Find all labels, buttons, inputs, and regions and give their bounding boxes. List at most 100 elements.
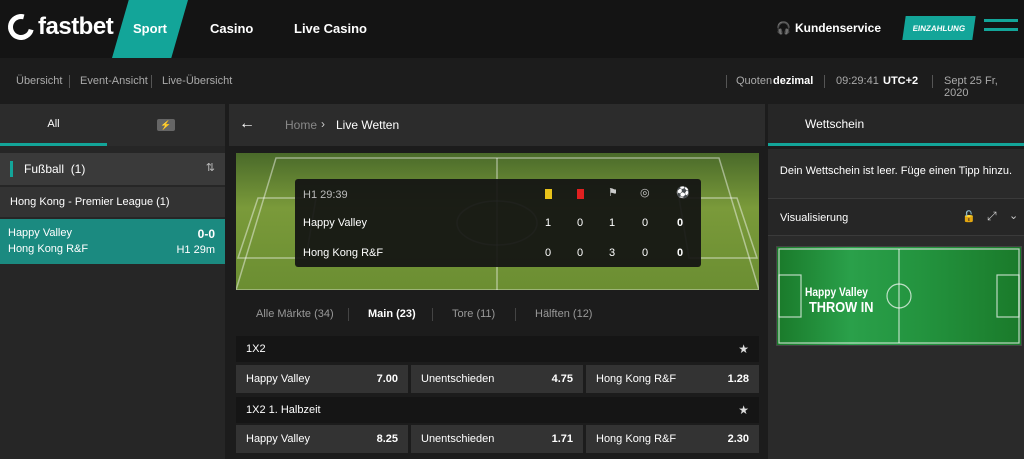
subnav-event-view[interactable]: Event-Ansicht: [80, 75, 148, 87]
headset-icon: 🎧: [776, 21, 791, 35]
sport-header-football[interactable]: Fußball (1) ⇅: [0, 153, 225, 185]
away-goals: 0: [677, 247, 684, 259]
customer-service-link[interactable]: 🎧 Kundenservice: [776, 21, 881, 35]
breadcrumb-current: Live Wetten: [336, 118, 400, 132]
odd-name: Happy Valley: [246, 373, 310, 385]
scoreboard-home-team: Happy Valley: [303, 217, 367, 229]
collapse-icon[interactable]: ⇅: [206, 161, 215, 174]
subnav-live-overview[interactable]: Live-Übersicht: [162, 75, 232, 87]
away-red: 0: [577, 247, 584, 259]
home-yellow: 1: [545, 217, 552, 229]
betslip-empty-message: Dein Wettschein ist leer. Füge einen Tip…: [779, 165, 1013, 177]
star-icon[interactable]: ★: [738, 403, 749, 417]
filter-all-markets[interactable]: Alle Märkte (34): [256, 308, 334, 320]
home-corners: 1: [609, 217, 616, 229]
betslip-tab[interactable]: Wettschein: [768, 104, 1024, 146]
match-item[interactable]: Happy Valley Hong Kong R&F 0-0 H1 29m: [0, 219, 225, 264]
match-score: 0-0: [197, 227, 215, 241]
chevron-down-icon[interactable]: ⌄: [1009, 209, 1018, 222]
subnav-overview[interactable]: Übersicht: [16, 75, 62, 87]
hamburger-menu-icon[interactable]: [984, 19, 1018, 39]
event-team: Happy Valley: [805, 285, 868, 299]
filter-main[interactable]: Main (23): [368, 308, 416, 320]
clock: 09:29:41: [836, 75, 879, 87]
divider: [515, 308, 516, 321]
scoreboard-away-team: Hong Kong R&F: [303, 247, 384, 259]
odd-name: Hong Kong R&F: [596, 373, 677, 385]
odds-format-select[interactable]: dezimal: [773, 75, 813, 87]
league-item[interactable]: Hong Kong - Premier League (1): [0, 187, 225, 217]
lightning-icon: ⚡: [157, 119, 175, 131]
home-penalties: 0: [642, 217, 649, 229]
market-header[interactable]: 1X2 1. Halbzeit ★: [236, 397, 759, 423]
expand-icon[interactable]: ⤢: [987, 209, 997, 224]
customer-service-label: Kundenservice: [794, 21, 881, 35]
brand-name: fastbet: [38, 13, 114, 40]
penalty-icon: ◎: [640, 187, 650, 199]
red-card-icon: [577, 189, 584, 199]
filter-halves[interactable]: Hälften (12): [535, 308, 592, 320]
breadcrumb-home[interactable]: Home: [285, 118, 317, 132]
logo-icon: [3, 9, 39, 45]
odd-button[interactable]: Happy Valley 8.25: [236, 425, 408, 453]
nav-sport[interactable]: Sport: [112, 21, 188, 36]
away-yellow: 0: [545, 247, 552, 259]
divider: [348, 308, 349, 321]
brand-logo[interactable]: fastbet: [3, 9, 114, 45]
odd-button[interactable]: Hong Kong R&F 1.28: [586, 365, 759, 393]
odd-value: 2.30: [727, 433, 749, 445]
star-icon[interactable]: ★: [738, 342, 749, 356]
ball-icon: ⚽: [676, 187, 690, 199]
scoreboard: H1 29:39 ⚑ ◎ ⚽ Happy Valley 1 0 1 0 0 Ho…: [295, 179, 701, 267]
match-time: H1 29m: [176, 244, 215, 256]
sport-name: Fußball: [24, 162, 65, 176]
odd-button[interactable]: Unentschieden 4.75: [411, 365, 583, 393]
odd-button[interactable]: Unentschieden 1.71: [411, 425, 583, 453]
date: Sept 25 Fr, 2020: [944, 75, 998, 99]
deposit-button[interactable]: EINZAHLUNG: [902, 16, 976, 40]
yellow-card-icon: [545, 189, 552, 199]
odd-name: Unentschieden: [421, 433, 495, 445]
sport-count: (1): [70, 162, 86, 176]
timezone: UTC+2: [883, 75, 919, 87]
breadcrumb: ← Home › Live Wetten: [229, 104, 765, 146]
market-header[interactable]: 1X2 ★: [236, 336, 759, 362]
odd-name: Happy Valley: [246, 433, 310, 445]
odds-label: Quoten: [736, 75, 773, 87]
divider: [824, 75, 825, 88]
visualisation-pitch: Happy Valley THROW IN: [776, 246, 1022, 346]
odd-name: Hong Kong R&F: [596, 433, 677, 445]
odd-value: 1.71: [551, 433, 573, 445]
divider: [432, 308, 433, 321]
away-corners: 3: [609, 247, 616, 259]
home-red: 0: [577, 217, 584, 229]
tab-all[interactable]: All: [0, 104, 107, 146]
divider: [69, 75, 70, 88]
filter-goals[interactable]: Tore (11): [452, 308, 495, 320]
market-title: 1X2 1. Halbzeit: [246, 404, 321, 416]
odd-value: 1.28: [727, 373, 749, 385]
nav-casino[interactable]: Casino: [210, 21, 253, 36]
divider: [726, 75, 727, 88]
corner-flag-icon: ⚑: [608, 187, 618, 199]
divider: [151, 75, 152, 88]
lock-icon[interactable]: 🔓: [962, 210, 976, 223]
odd-button[interactable]: Happy Valley 7.00: [236, 365, 408, 393]
odd-value: 8.25: [376, 433, 398, 445]
market-filters: Alle Märkte (34) Main (23) Tore (11) Häl…: [236, 305, 759, 325]
accent-bar: [10, 161, 13, 177]
odd-name: Unentschieden: [421, 373, 495, 385]
odd-value: 4.75: [551, 373, 573, 385]
back-arrow-icon[interactable]: ←: [239, 115, 255, 133]
chevron-right-icon: ›: [321, 117, 325, 131]
odd-button[interactable]: Hong Kong R&F 2.30: [586, 425, 759, 453]
tab-live[interactable]: ⚡: [107, 104, 225, 146]
nav-live-casino[interactable]: Live Casino: [294, 21, 367, 36]
odd-value: 7.00: [376, 373, 398, 385]
home-goals: 0: [677, 217, 684, 229]
away-penalties: 0: [642, 247, 649, 259]
match-away-team: Hong Kong R&F: [8, 243, 89, 255]
match-clock: H1 29:39: [303, 189, 348, 201]
divider: [932, 75, 933, 88]
match-home-team: Happy Valley: [8, 227, 72, 239]
